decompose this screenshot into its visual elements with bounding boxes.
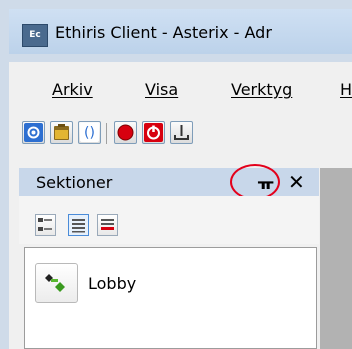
record-button[interactable] bbox=[114, 121, 137, 144]
tree-view-icon bbox=[38, 218, 52, 231]
power-icon bbox=[144, 123, 163, 142]
toolbar-separator bbox=[106, 123, 107, 144]
settings-button[interactable] bbox=[22, 121, 45, 144]
briefcase-button[interactable] bbox=[50, 121, 73, 144]
sections-panel-title: Sektioner bbox=[36, 173, 113, 192]
red-list-view-icon bbox=[101, 219, 114, 230]
menu-hjalp[interactable]: H bbox=[340, 80, 352, 99]
power-button[interactable] bbox=[142, 121, 165, 144]
menu-visa[interactable]: Visa bbox=[145, 80, 178, 99]
sections-panel-toolbar bbox=[19, 196, 319, 244]
application-window: Ec Ethiris Client - Asterix - Adr Arkiv … bbox=[0, 0, 352, 349]
lobby-section-button[interactable] bbox=[35, 263, 78, 303]
menu-verktyg[interactable]: Verktyg bbox=[231, 80, 292, 99]
briefcase-icon bbox=[54, 124, 69, 140]
list-view-button[interactable] bbox=[68, 214, 89, 236]
right-pane bbox=[320, 168, 352, 349]
ethiris-client-icon[interactable]: Ec bbox=[22, 24, 48, 47]
menu-bar: Arkiv Visa Verktyg H bbox=[9, 70, 352, 106]
window-title: Ethiris Client - Asterix - Adr bbox=[55, 23, 272, 42]
record-icon bbox=[117, 124, 134, 141]
list-view-icon bbox=[72, 219, 85, 233]
svg-text:(): () bbox=[84, 125, 95, 141]
export-icon bbox=[174, 125, 189, 140]
close-icon[interactable]: ✕ bbox=[288, 170, 305, 194]
export-button[interactable] bbox=[170, 121, 193, 144]
refresh-icon: () bbox=[80, 123, 99, 142]
refresh-button[interactable]: () bbox=[78, 121, 101, 144]
tree-view-button[interactable] bbox=[35, 214, 56, 236]
red-list-view-button[interactable] bbox=[97, 214, 118, 236]
gear-icon bbox=[24, 123, 43, 142]
main-toolbar: () bbox=[22, 121, 352, 151]
lobby-section-label[interactable]: Lobby bbox=[88, 274, 136, 293]
menu-arkiv[interactable]: Arkiv bbox=[52, 80, 93, 99]
lobby-section-icon bbox=[45, 274, 65, 292]
highlight-circle bbox=[230, 164, 280, 200]
